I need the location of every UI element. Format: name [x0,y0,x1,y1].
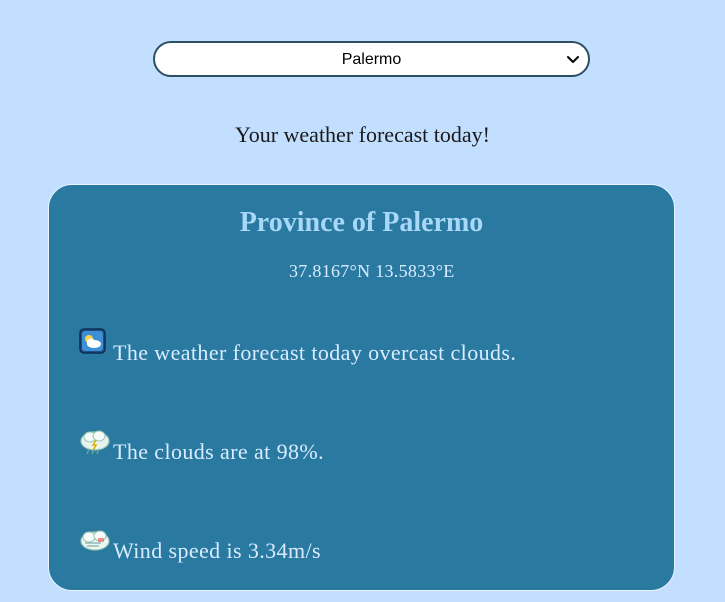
province-title: Province of Palermo [239,207,484,238]
clouds-description: The clouds are at 98%. [113,439,325,464]
weather-row: The weather forecast today overcast clou… [79,328,516,366]
weather-description: The weather forecast today overcast clou… [113,340,517,365]
cloud-percentage-icon [80,430,110,455]
wind-speed-icon [80,530,110,551]
wind-row: Wind speed is 3.34m/s [79,526,321,564]
city-select-wrapper: Palermo [153,41,590,77]
city-select[interactable]: Palermo [153,41,590,77]
clouds-row: The clouds are at 98%. [79,427,324,465]
page-headline: Your weather forecast today! [235,122,490,147]
coordinates-label: 37.8167°N 13.5833°E [289,261,455,281]
cloud-weather-icon [79,328,106,354]
forecast-card: Province of Palermo 37.8167°N 13.5833°E … [48,184,675,591]
wind-description: Wind speed is 3.34m/s [113,538,321,563]
weather-page: Palermo Your weather forecast today! Pro… [0,0,725,602]
